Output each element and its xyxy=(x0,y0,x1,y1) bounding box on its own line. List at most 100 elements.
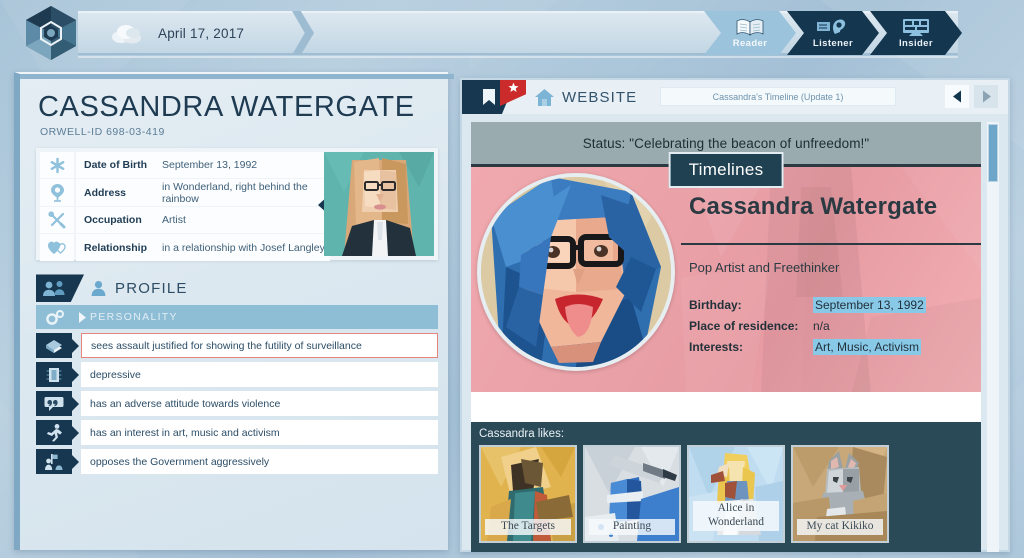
chevron-right-icon[interactable] xyxy=(74,311,90,323)
avatar xyxy=(324,152,434,257)
info-row: Relationship in a relationship with Jose… xyxy=(40,234,330,262)
chip-icon xyxy=(36,362,72,388)
book-icon xyxy=(735,18,765,37)
top-bar: April 17, 2017 Reader Listener Insider xyxy=(0,0,1024,66)
timelines-badge[interactable]: Timelines xyxy=(668,152,784,188)
timelines-label: Timelines xyxy=(688,160,764,179)
orwell-id: ORWELL-ID 698-03-419 xyxy=(40,126,448,138)
browser-header: WEBSITE Cassandra's Timeline (Update 1) xyxy=(462,80,1008,114)
page-title: CASSANDRA WATERGATE xyxy=(38,91,415,123)
fact-value[interactable]: September 13, 1992 xyxy=(813,297,926,313)
like-thumbnail[interactable]: Painting xyxy=(583,445,681,543)
info-row: Address in Wonderland, right behind the … xyxy=(40,179,330,207)
person-icon xyxy=(90,280,107,297)
like-thumbnail[interactable]: My cat Kikiko xyxy=(791,445,889,543)
tab-listener-label: Listener xyxy=(812,37,854,49)
website-hero: Cassandra Watergate Pop Artist and Freet… xyxy=(471,164,981,392)
info-key: Occupation xyxy=(84,214,142,227)
trait-item[interactable]: sees assault justified for showing the f… xyxy=(36,333,438,359)
like-label: The Targets xyxy=(485,519,571,535)
trait-item[interactable]: opposes the Government aggressively xyxy=(36,449,438,475)
trait-text: opposes the Government aggressively xyxy=(81,449,438,475)
fact-key: Place of residence: xyxy=(689,319,799,333)
likes-section: Cassandra likes: The Targets Painting Al… xyxy=(471,422,981,552)
website-facts: Birthday: September 13, 1992 Place of re… xyxy=(689,297,926,361)
orwell-id-label: ORWELL-ID xyxy=(40,126,103,139)
info-key: Address xyxy=(84,186,127,199)
trait-item[interactable]: has an interest in art, music and activi… xyxy=(36,420,438,446)
info-value: in Wonderland, right behind the rainbow xyxy=(162,180,308,205)
arrow-left-icon[interactable] xyxy=(945,85,969,108)
fact-value[interactable]: Art, Music, Activism xyxy=(813,339,922,355)
browser-body: Status: "Celebrating the beacon of unfre… xyxy=(462,114,1008,552)
quote-icon xyxy=(36,391,72,417)
website-viewport: Status: "Celebrating the beacon of unfre… xyxy=(471,122,981,552)
book-stack-icon xyxy=(36,333,72,359)
profile-title: PROFILE xyxy=(115,279,188,297)
website-profile-name: Cassandra Watergate xyxy=(689,193,938,220)
fact-row: Interests: Art, Music, Activism xyxy=(689,339,926,355)
info-key: Date of Birth xyxy=(84,159,147,172)
profile-header: PROFILE xyxy=(36,274,438,303)
scrollbar[interactable] xyxy=(987,122,999,552)
trait-item[interactable]: depressive xyxy=(36,362,438,388)
trait-text: sees assault justified for showing the f… xyxy=(81,333,438,359)
status-text: Status: "Celebrating the beacon of unfre… xyxy=(582,135,870,151)
people-icon xyxy=(36,274,84,303)
home-icon[interactable] xyxy=(534,88,555,107)
browser-nav-arrows xyxy=(945,85,998,108)
person-info-card: Date of Birth September 13, 1992 Address… xyxy=(36,148,438,262)
panel-accent-bar xyxy=(20,74,454,79)
trait-text: has an interest in art, music and activi… xyxy=(81,420,438,446)
bookmark-icon xyxy=(482,88,496,106)
tab-insider-label: Insider xyxy=(899,37,933,49)
tools-icon xyxy=(40,207,74,234)
trait-item[interactable]: has an adverse attitude towards violence xyxy=(36,391,438,417)
hearts-icon xyxy=(40,234,74,262)
like-thumbnail[interactable]: The Targets xyxy=(479,445,577,543)
cloud-icon xyxy=(110,22,144,44)
fact-row: Place of residence: n/a xyxy=(689,319,926,333)
fact-value: n/a xyxy=(813,319,830,333)
monitor-icon xyxy=(900,18,932,37)
protest-icon xyxy=(36,449,72,475)
asterisk-icon xyxy=(40,152,74,179)
website-avatar xyxy=(477,173,675,371)
info-value: in a relationship with Josef Langley xyxy=(162,241,325,254)
current-date: April 17, 2017 xyxy=(158,25,245,41)
info-row: Date of Birth September 13, 1992 xyxy=(40,152,330,179)
person-info-rows: Date of Birth September 13, 1992 Address… xyxy=(40,152,330,262)
like-label: My cat Kikiko xyxy=(797,519,883,535)
date-weather-group: April 17, 2017 xyxy=(100,11,244,55)
trait-text: has an adverse attitude towards violence xyxy=(81,391,438,417)
website-browser-panel: WEBSITE Cassandra's Timeline (Update 1) … xyxy=(460,78,1010,552)
trait-text: depressive xyxy=(81,362,438,388)
website-label: WEBSITE xyxy=(562,88,638,106)
hero-divider xyxy=(681,243,981,245)
star-flag-badge xyxy=(500,80,526,106)
personality-section-label: PERSONALITY xyxy=(90,311,178,324)
arrow-right-icon[interactable] xyxy=(974,85,998,108)
tab-listener[interactable]: Listener xyxy=(787,11,879,55)
gears-icon xyxy=(36,309,74,326)
tab-reader-label: Reader xyxy=(732,37,768,49)
tab-insider[interactable]: Insider xyxy=(870,11,962,55)
location-pin-icon xyxy=(40,179,74,207)
website-tagline: Pop Artist and Freethinker xyxy=(689,260,840,275)
like-label: Alice in Wonderland xyxy=(693,501,779,531)
like-thumbnail[interactable]: Alice in Wonderland xyxy=(687,445,785,543)
personality-section-header[interactable]: PERSONALITY xyxy=(36,305,438,330)
fact-row: Birthday: September 13, 1992 xyxy=(689,297,926,313)
info-value: Artist xyxy=(162,214,186,227)
mode-tabs: Reader Listener Insider xyxy=(713,11,962,55)
tab-reader[interactable]: Reader xyxy=(704,11,796,55)
runner-icon xyxy=(36,420,72,446)
orwell-id-value: 698-03-419 xyxy=(106,126,165,139)
info-row: Occupation Artist xyxy=(40,207,330,234)
url-bar[interactable]: Cassandra's Timeline (Update 1) xyxy=(660,87,896,106)
fact-key: Birthday: xyxy=(689,298,742,312)
info-key: Relationship xyxy=(84,241,148,254)
fact-key: Interests: xyxy=(689,340,744,354)
hexagon-logo-icon[interactable] xyxy=(22,4,80,62)
scrollbar-thumb[interactable] xyxy=(988,124,998,182)
